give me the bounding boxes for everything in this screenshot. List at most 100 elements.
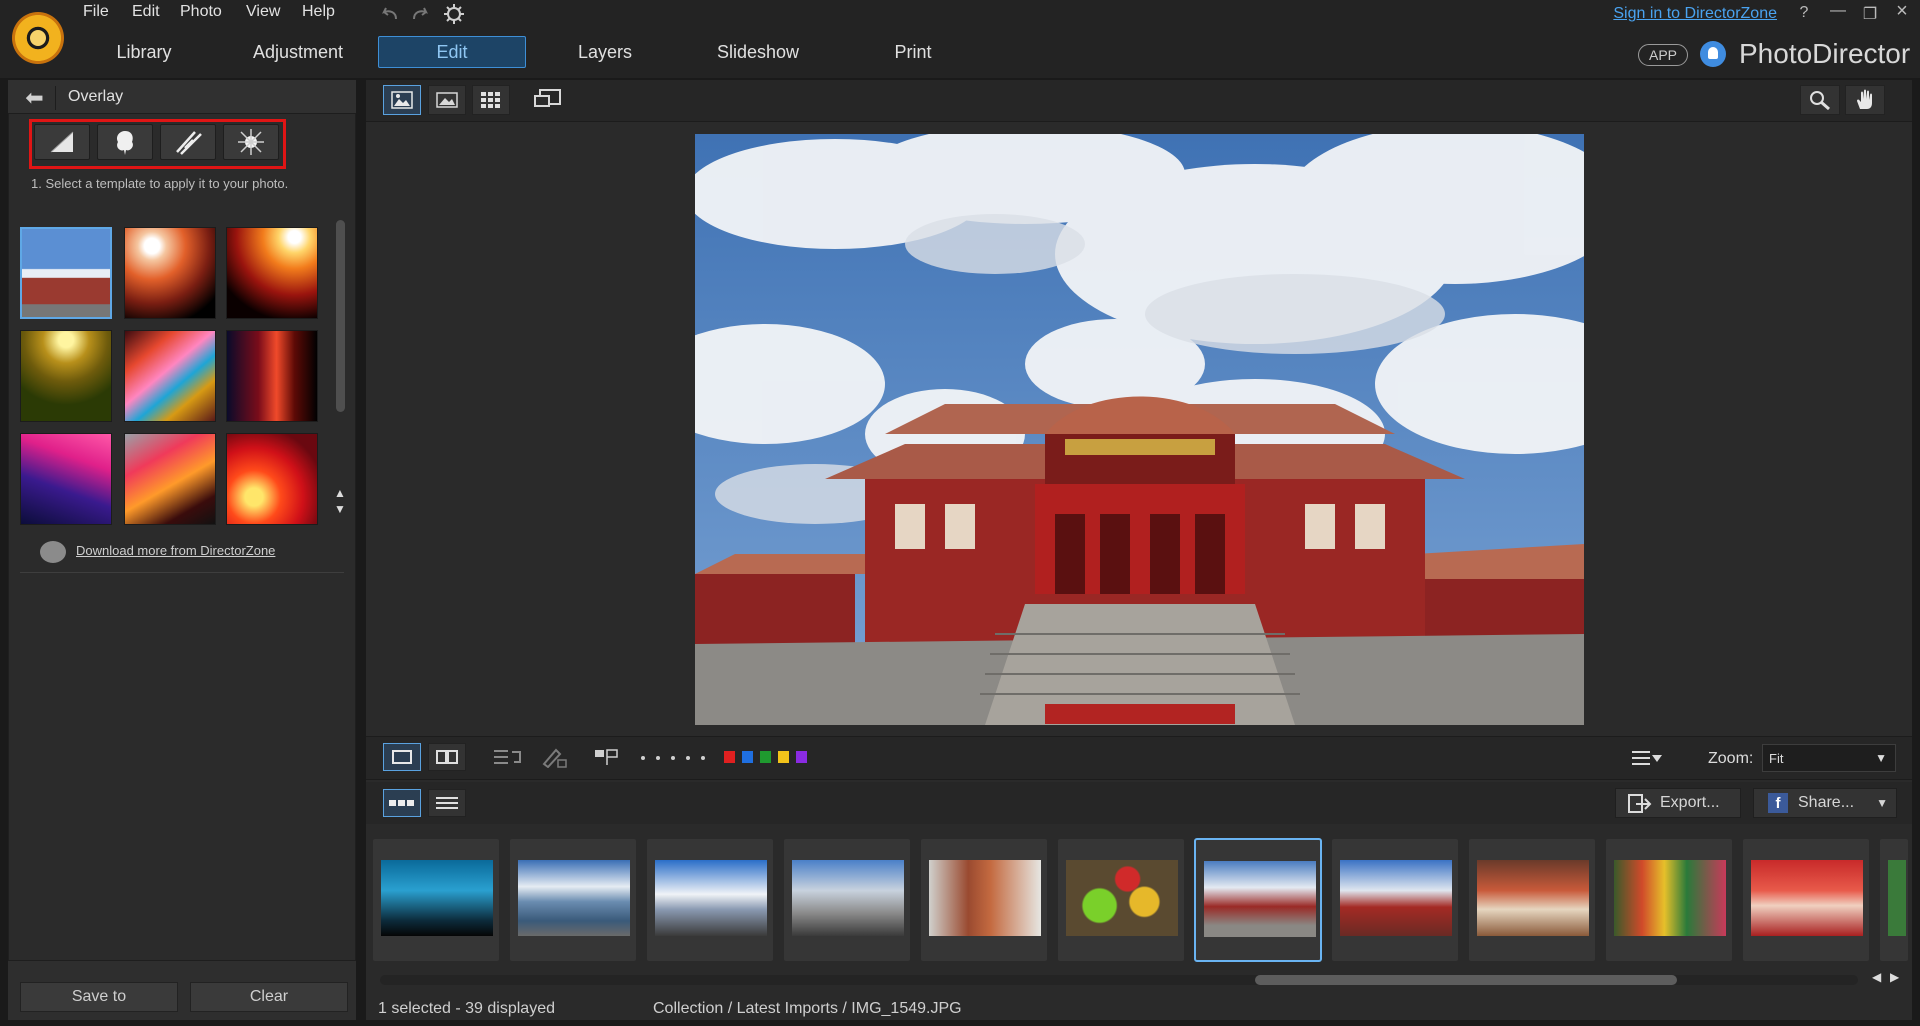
scroll-left-icon[interactable]: ◀	[1872, 970, 1881, 984]
export-label: Export...	[1660, 794, 1720, 811]
back-arrow-icon[interactable]: ⬅	[14, 85, 56, 110]
menu-help[interactable]: Help	[302, 3, 335, 21]
redo-icon[interactable]	[408, 4, 432, 24]
menu-file[interactable]: File	[83, 3, 109, 21]
filmstrip-item[interactable]	[372, 838, 500, 962]
notification-bell-icon[interactable]	[1700, 41, 1726, 67]
streak-icon[interactable]	[160, 124, 216, 160]
menu-view[interactable]: View	[246, 3, 280, 21]
template-scrollbar[interactable]	[336, 220, 345, 412]
menu-photo[interactable]: Photo	[180, 3, 222, 21]
bokeh-icon[interactable]	[97, 124, 153, 160]
template-thumbnail[interactable]	[20, 433, 112, 525]
template-thumbnail[interactable]	[226, 433, 318, 525]
single-view-icon[interactable]	[428, 85, 466, 115]
thumbnail-market	[1614, 860, 1726, 936]
undo-icon[interactable]	[378, 4, 402, 24]
flare-icon[interactable]	[223, 124, 279, 160]
filmstrip-item-selected[interactable]	[1194, 838, 1322, 962]
zoom-magnifier-icon[interactable]	[1800, 85, 1840, 115]
save-to-button[interactable]: Save to	[20, 982, 178, 1012]
color-label-purple[interactable]	[796, 751, 807, 763]
color-label-red[interactable]	[724, 751, 735, 763]
light-leak-icon[interactable]	[34, 124, 90, 160]
panel-divider	[20, 572, 344, 573]
download-more-link[interactable]: Download more from DirectorZone	[76, 543, 275, 558]
clear-button[interactable]: Clear	[190, 982, 348, 1012]
zoom-value: Fit	[1769, 750, 1784, 766]
zoom-label: Zoom:	[1708, 750, 1754, 767]
scroll-up-icon[interactable]: ▲	[334, 486, 346, 500]
scroll-right-icon[interactable]: ▶	[1890, 970, 1899, 984]
filmstrip-item[interactable]	[783, 838, 911, 962]
template-thumbnail[interactable]	[20, 330, 112, 422]
side-by-side-icon[interactable]	[428, 743, 466, 771]
filmstrip-item[interactable]	[1742, 838, 1870, 962]
filmstrip-item[interactable]	[1468, 838, 1596, 962]
pencil-icon[interactable]	[540, 746, 568, 769]
filmstrip-item[interactable]	[646, 838, 774, 962]
pan-hand-icon[interactable]	[1845, 85, 1885, 115]
list-view-icon[interactable]	[428, 789, 466, 817]
instruction-text: 1. Select a template to apply it to your…	[31, 176, 289, 191]
template-thumbnail[interactable]	[124, 227, 216, 319]
thumbnail-shisa	[929, 860, 1041, 936]
color-label-green[interactable]	[760, 751, 771, 763]
panel-title: Overlay	[68, 88, 124, 105]
thumbnail-castle-angle	[1340, 860, 1452, 936]
filmstrip-item[interactable]	[1057, 838, 1185, 962]
flag-icon[interactable]	[592, 747, 620, 767]
template-thumbnail[interactable]	[226, 227, 318, 319]
restore-icon[interactable]: ❐	[1858, 4, 1882, 24]
share-label: Share...	[1798, 794, 1855, 811]
grid-view-icon[interactable]	[472, 85, 510, 115]
tab-adjustment[interactable]: Adjustment	[240, 36, 356, 68]
tab-edit[interactable]: Edit	[378, 36, 526, 68]
sign-in-link[interactable]: Sign in to DirectorZone	[1613, 5, 1777, 23]
thumbnail-harbor	[518, 860, 630, 936]
app-badge[interactable]: APP	[1638, 44, 1688, 66]
tab-print[interactable]: Print	[873, 36, 953, 68]
zoom-select[interactable]: Fit ▼	[1762, 744, 1896, 772]
filmstrip-view-icon[interactable]	[383, 789, 421, 817]
minimize-icon[interactable]: —	[1826, 2, 1850, 20]
template-thumbnail[interactable]	[124, 330, 216, 422]
thumbnail-shuri-castle	[1204, 861, 1316, 937]
compare-view-icon[interactable]	[383, 85, 421, 115]
sort-menu-icon[interactable]	[1630, 747, 1664, 769]
filmstrip-item-partial[interactable]	[1879, 838, 1909, 962]
rating-star-5[interactable]	[701, 756, 705, 760]
color-label-yellow[interactable]	[778, 751, 789, 763]
filmstrip-item[interactable]	[1605, 838, 1733, 962]
settings-gear-icon[interactable]	[442, 2, 466, 26]
tab-library[interactable]: Library	[104, 36, 184, 68]
status-bar: 1 selected - 39 displayed Collection / L…	[366, 996, 1912, 1024]
main-photo-preview	[695, 134, 1584, 725]
template-thumbnail-original[interactable]	[20, 227, 112, 319]
export-button[interactable]: Export...	[1615, 788, 1741, 818]
color-label-blue[interactable]	[742, 751, 753, 763]
template-thumbnail[interactable]	[226, 330, 318, 422]
tab-layers[interactable]: Layers	[560, 36, 650, 68]
filmstrip-item[interactable]	[920, 838, 1048, 962]
tab-slideshow[interactable]: Slideshow	[708, 36, 808, 68]
menu-edit[interactable]: Edit	[132, 3, 160, 21]
batch-edit-icon[interactable]	[492, 746, 524, 768]
filmstrip-item[interactable]	[1331, 838, 1459, 962]
template-thumbnail[interactable]	[124, 433, 216, 525]
thumbnail-aquarium	[381, 860, 493, 936]
scroll-down-icon[interactable]: ▼	[334, 502, 346, 516]
rating-star-2[interactable]	[656, 756, 660, 760]
share-button[interactable]: f Share... ▼	[1753, 788, 1897, 818]
share-dropdown-icon[interactable]: ▼	[1876, 796, 1888, 810]
rating-star-3[interactable]	[671, 756, 675, 760]
fullscreen-icon[interactable]	[531, 87, 565, 113]
help-button[interactable]: ?	[1792, 4, 1816, 22]
rating-star-4[interactable]	[686, 756, 690, 760]
single-compare-icon[interactable]	[383, 743, 421, 771]
rating-star-1[interactable]	[641, 756, 645, 760]
close-icon[interactable]: ×	[1890, 0, 1914, 23]
filmstrip-scrollbar-thumb[interactable]	[1255, 975, 1677, 985]
filmstrip-item[interactable]	[509, 838, 637, 962]
panel-header	[8, 80, 356, 114]
